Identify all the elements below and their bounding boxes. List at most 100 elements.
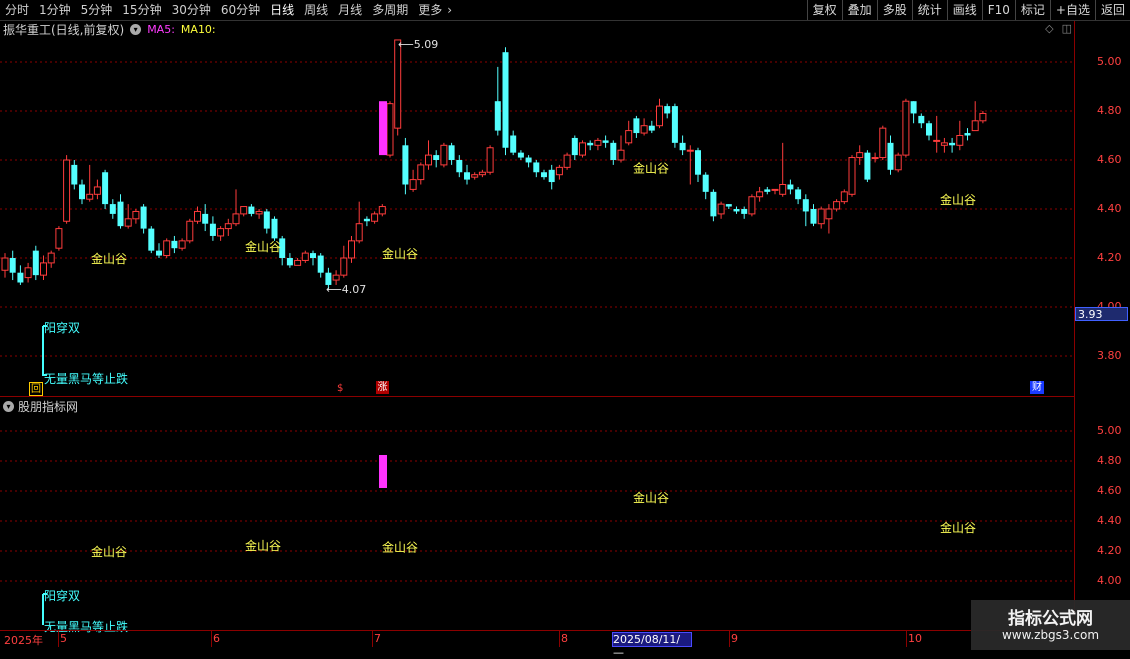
candle-body-down bbox=[679, 142, 686, 151]
month-tick bbox=[559, 631, 560, 647]
candle-body-down bbox=[648, 125, 655, 131]
period-tab-6[interactable]: 日线 bbox=[265, 0, 299, 20]
toolbar-button-5[interactable]: F10 bbox=[981, 0, 1015, 20]
period-tabs: 分时 1分钟 5分钟 15分钟 30分钟 60分钟 日线 周线 月线 多周期 更多 › bbox=[0, 0, 457, 20]
candle-body-down bbox=[448, 145, 455, 160]
candle-body-up bbox=[355, 223, 363, 242]
sub-price-tick-label: 4.00 bbox=[1097, 574, 1122, 587]
low-price-label: ⟵4.07 bbox=[326, 283, 367, 296]
period-tab-8[interactable]: 月线 bbox=[333, 0, 367, 20]
period-tab-1[interactable]: 1分钟 bbox=[34, 0, 76, 20]
candle-body-up bbox=[979, 112, 987, 122]
candle-body-up bbox=[93, 186, 101, 195]
toolbar-button-4[interactable]: 画线 bbox=[946, 0, 982, 20]
month-label: 8 bbox=[561, 632, 568, 645]
toolbar-button-7[interactable]: +自选 bbox=[1049, 0, 1095, 20]
candle-body-up bbox=[294, 259, 302, 266]
golden-valley-signal: 金山谷 bbox=[633, 160, 669, 175]
candle-body-up bbox=[163, 240, 171, 257]
month-tick bbox=[211, 631, 212, 647]
candle-body-down bbox=[17, 272, 24, 283]
period-tab-2[interactable]: 5分钟 bbox=[76, 0, 118, 20]
candle-body-down bbox=[610, 142, 617, 160]
candle-body-down bbox=[918, 115, 925, 124]
candle-body-up bbox=[217, 228, 225, 237]
candle-body-down bbox=[795, 189, 802, 200]
price-tick-label: 4.40 bbox=[1097, 202, 1122, 215]
candle-body-up bbox=[594, 139, 602, 146]
candle-body-down bbox=[263, 211, 270, 229]
candle-body-up bbox=[756, 191, 764, 198]
dropdown-circle-icon[interactable]: ▾ bbox=[3, 401, 14, 412]
golden-valley-signal-sub: 金山谷 bbox=[940, 520, 976, 535]
candle-body-up bbox=[340, 257, 348, 276]
candle-body-up bbox=[409, 179, 417, 190]
candle-body-down bbox=[548, 169, 555, 183]
candle-body-up bbox=[486, 147, 494, 173]
candle-body-down bbox=[156, 250, 162, 256]
chevron-right-icon[interactable]: › bbox=[447, 0, 457, 20]
candle-body-up bbox=[417, 164, 425, 181]
sub-price-tick-label: 5.00 bbox=[1097, 424, 1122, 437]
candle-body-up bbox=[555, 166, 563, 176]
candle-body-up bbox=[332, 274, 340, 281]
candle-body-down bbox=[733, 209, 740, 212]
candle-body-up bbox=[625, 130, 633, 144]
candle-body-down bbox=[710, 191, 717, 217]
toolbar-button-8[interactable]: 返回 bbox=[1094, 0, 1130, 20]
candle-body-up bbox=[640, 125, 648, 134]
period-tab-4[interactable]: 30分钟 bbox=[167, 0, 216, 20]
candle-body-up bbox=[871, 157, 879, 160]
candle-body-up bbox=[24, 267, 32, 279]
candle-body-down bbox=[310, 253, 316, 258]
candle-body-up bbox=[178, 240, 186, 249]
candle-body-down bbox=[9, 258, 16, 273]
month-label: 9 bbox=[731, 632, 738, 645]
date-axis: 2025年 5 6 7 8 9 10 2025/08/11/— bbox=[0, 630, 1074, 659]
candle-body-up bbox=[771, 188, 779, 191]
candle-body-down bbox=[587, 142, 594, 146]
candle-body-down bbox=[525, 157, 532, 163]
golden-valley-signal-sub: 金山谷 bbox=[382, 540, 418, 555]
toolbar-button-3[interactable]: 统计 bbox=[911, 0, 947, 20]
candle-body-up bbox=[132, 210, 140, 220]
candle-body-up bbox=[902, 100, 910, 156]
candle-body-up bbox=[825, 208, 833, 220]
toolbar-button-2[interactable]: 多股 bbox=[876, 0, 912, 20]
signal-bar bbox=[379, 101, 387, 156]
period-tab-7[interactable]: 周线 bbox=[299, 0, 333, 20]
candle-body-down bbox=[271, 218, 278, 239]
candle-body-up bbox=[240, 206, 248, 215]
candle-body-up bbox=[194, 210, 201, 222]
toolbar-button-1[interactable]: 叠加 bbox=[841, 0, 877, 20]
candle-body-down bbox=[725, 204, 732, 207]
month-label: 10 bbox=[908, 632, 922, 645]
candle-body-down bbox=[402, 145, 409, 185]
period-tab-0[interactable]: 分时 bbox=[0, 0, 34, 20]
candle-body-down bbox=[702, 174, 709, 192]
toolbar-button-0[interactable]: 复权 bbox=[806, 0, 842, 20]
marker-cai[interactable]: 财 bbox=[1030, 381, 1044, 394]
toolbar-button-6[interactable]: 标记 bbox=[1014, 0, 1050, 20]
period-tab-5[interactable]: 60分钟 bbox=[216, 0, 265, 20]
candle-body-up bbox=[686, 149, 694, 152]
candle-body-down bbox=[32, 250, 39, 276]
candle-body-down bbox=[664, 106, 671, 114]
candle-body-up bbox=[478, 171, 486, 176]
period-tab-10[interactable]: 更多 bbox=[413, 0, 447, 20]
marker-dollar[interactable]: $ bbox=[337, 382, 343, 395]
watermark-title: 指标公式网 bbox=[1008, 609, 1093, 629]
legend-yang-chuan-shuang-sub: 阳穿双 bbox=[44, 589, 81, 603]
period-tab-9[interactable]: 多周期 bbox=[367, 0, 413, 20]
candle-body-up bbox=[748, 196, 756, 215]
candle-body-down bbox=[71, 164, 78, 185]
candle-body-up bbox=[186, 220, 194, 242]
candle-body-up bbox=[440, 144, 448, 166]
period-tab-3[interactable]: 15分钟 bbox=[117, 0, 166, 20]
kline-chart[interactable]: 金山谷金山谷金山谷金山谷金山谷金山谷金山谷金山谷金山谷金山谷 bbox=[0, 21, 1074, 631]
marker-zhang[interactable]: 涨 bbox=[376, 381, 389, 394]
candle-body-down bbox=[140, 206, 147, 229]
marker-box-icon[interactable]: 回 bbox=[29, 382, 43, 396]
sub-panel-title: 股朋指标网 bbox=[18, 400, 79, 414]
candle-body-down bbox=[571, 137, 578, 156]
